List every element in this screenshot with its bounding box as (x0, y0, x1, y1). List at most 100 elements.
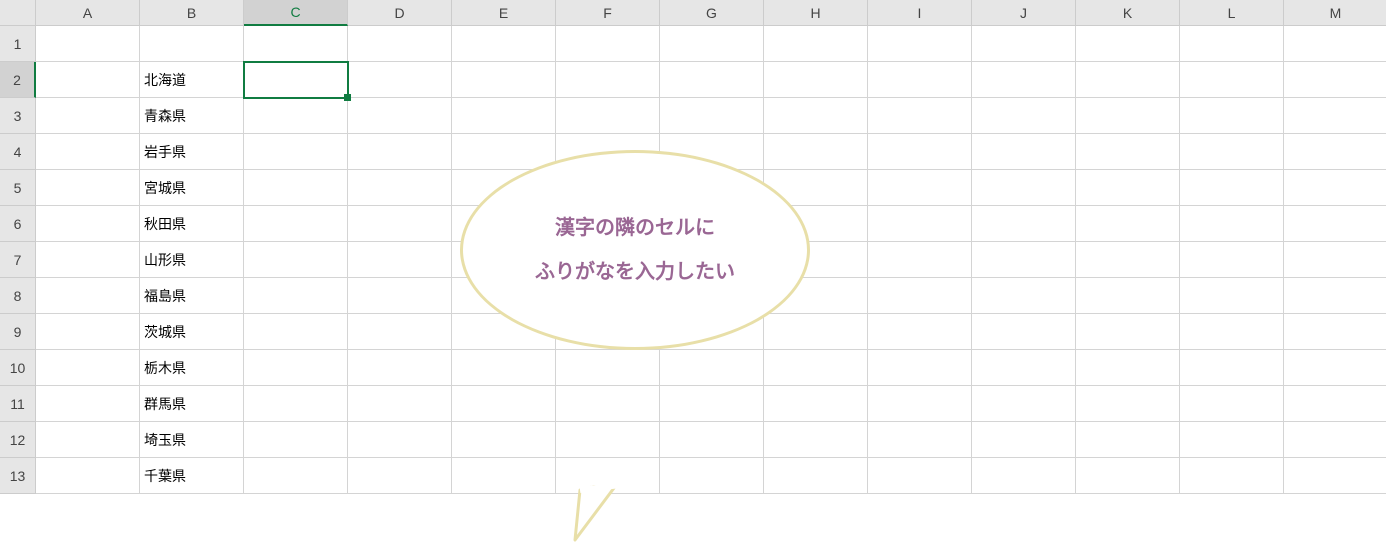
row-header-5[interactable]: 5 (0, 170, 36, 206)
cell-M1[interactable] (1284, 26, 1386, 62)
cell-A10[interactable] (36, 350, 140, 386)
cell-M5[interactable] (1284, 170, 1386, 206)
cell-J5[interactable] (972, 170, 1076, 206)
cell-L1[interactable] (1180, 26, 1284, 62)
cell-C6[interactable] (244, 206, 348, 242)
cell-D2[interactable] (348, 62, 452, 98)
cell-C3[interactable] (244, 98, 348, 134)
cell-H12[interactable] (764, 422, 868, 458)
column-header-K[interactable]: K (1076, 0, 1180, 26)
row-header-3[interactable]: 3 (0, 98, 36, 134)
cell-A9[interactable] (36, 314, 140, 350)
cell-C12[interactable] (244, 422, 348, 458)
cell-J9[interactable] (972, 314, 1076, 350)
cell-I11[interactable] (868, 386, 972, 422)
column-header-B[interactable]: B (140, 0, 244, 26)
row-header-9[interactable]: 9 (0, 314, 36, 350)
cell-D7[interactable] (348, 242, 452, 278)
row-header-12[interactable]: 12 (0, 422, 36, 458)
cell-I8[interactable] (868, 278, 972, 314)
cell-J11[interactable] (972, 386, 1076, 422)
cell-J10[interactable] (972, 350, 1076, 386)
cell-I5[interactable] (868, 170, 972, 206)
cell-G13[interactable] (660, 458, 764, 494)
cell-I4[interactable] (868, 134, 972, 170)
cell-D5[interactable] (348, 170, 452, 206)
cell-B9[interactable]: 茨城県 (140, 314, 244, 350)
cell-I7[interactable] (868, 242, 972, 278)
cell-K4[interactable] (1076, 134, 1180, 170)
cell-B6[interactable]: 秋田県 (140, 206, 244, 242)
cell-E3[interactable] (452, 98, 556, 134)
cell-D8[interactable] (348, 278, 452, 314)
cell-K7[interactable] (1076, 242, 1180, 278)
cell-E10[interactable] (452, 350, 556, 386)
cell-D10[interactable] (348, 350, 452, 386)
row-header-1[interactable]: 1 (0, 26, 36, 62)
cell-A1[interactable] (36, 26, 140, 62)
column-header-C[interactable]: C (244, 0, 348, 26)
cell-B1[interactable] (140, 26, 244, 62)
cell-E11[interactable] (452, 386, 556, 422)
cell-M4[interactable] (1284, 134, 1386, 170)
cell-G12[interactable] (660, 422, 764, 458)
cell-I3[interactable] (868, 98, 972, 134)
row-header-7[interactable]: 7 (0, 242, 36, 278)
cell-C8[interactable] (244, 278, 348, 314)
cell-H3[interactable] (764, 98, 868, 134)
cell-A4[interactable] (36, 134, 140, 170)
cell-D1[interactable] (348, 26, 452, 62)
cell-C7[interactable] (244, 242, 348, 278)
cell-F2[interactable] (556, 62, 660, 98)
cell-D4[interactable] (348, 134, 452, 170)
cell-A11[interactable] (36, 386, 140, 422)
cell-C13[interactable] (244, 458, 348, 494)
cell-D3[interactable] (348, 98, 452, 134)
cell-J4[interactable] (972, 134, 1076, 170)
cell-M13[interactable] (1284, 458, 1386, 494)
cell-B5[interactable]: 宮城県 (140, 170, 244, 206)
cell-M10[interactable] (1284, 350, 1386, 386)
cell-K8[interactable] (1076, 278, 1180, 314)
column-header-G[interactable]: G (660, 0, 764, 26)
row-header-8[interactable]: 8 (0, 278, 36, 314)
cell-G10[interactable] (660, 350, 764, 386)
cell-I1[interactable] (868, 26, 972, 62)
column-header-D[interactable]: D (348, 0, 452, 26)
cell-G11[interactable] (660, 386, 764, 422)
cell-B7[interactable]: 山形県 (140, 242, 244, 278)
select-all-corner[interactable] (0, 0, 36, 26)
cell-B8[interactable]: 福島県 (140, 278, 244, 314)
cell-K1[interactable] (1076, 26, 1180, 62)
cell-K2[interactable] (1076, 62, 1180, 98)
cell-L13[interactable] (1180, 458, 1284, 494)
cell-G3[interactable] (660, 98, 764, 134)
cell-K10[interactable] (1076, 350, 1180, 386)
cell-H13[interactable] (764, 458, 868, 494)
column-header-J[interactable]: J (972, 0, 1076, 26)
cell-A5[interactable] (36, 170, 140, 206)
cell-M12[interactable] (1284, 422, 1386, 458)
row-header-10[interactable]: 10 (0, 350, 36, 386)
cell-K11[interactable] (1076, 386, 1180, 422)
column-header-I[interactable]: I (868, 0, 972, 26)
cell-J7[interactable] (972, 242, 1076, 278)
cell-L8[interactable] (1180, 278, 1284, 314)
cell-L10[interactable] (1180, 350, 1284, 386)
row-header-4[interactable]: 4 (0, 134, 36, 170)
cell-J12[interactable] (972, 422, 1076, 458)
cell-J13[interactable] (972, 458, 1076, 494)
cell-J6[interactable] (972, 206, 1076, 242)
cell-A7[interactable] (36, 242, 140, 278)
cell-J8[interactable] (972, 278, 1076, 314)
cell-B11[interactable]: 群馬県 (140, 386, 244, 422)
column-header-E[interactable]: E (452, 0, 556, 26)
cell-E2[interactable] (452, 62, 556, 98)
cell-L9[interactable] (1180, 314, 1284, 350)
cell-M8[interactable] (1284, 278, 1386, 314)
cell-A12[interactable] (36, 422, 140, 458)
cell-B10[interactable]: 栃木県 (140, 350, 244, 386)
cell-F3[interactable] (556, 98, 660, 134)
cell-L3[interactable] (1180, 98, 1284, 134)
cell-L12[interactable] (1180, 422, 1284, 458)
